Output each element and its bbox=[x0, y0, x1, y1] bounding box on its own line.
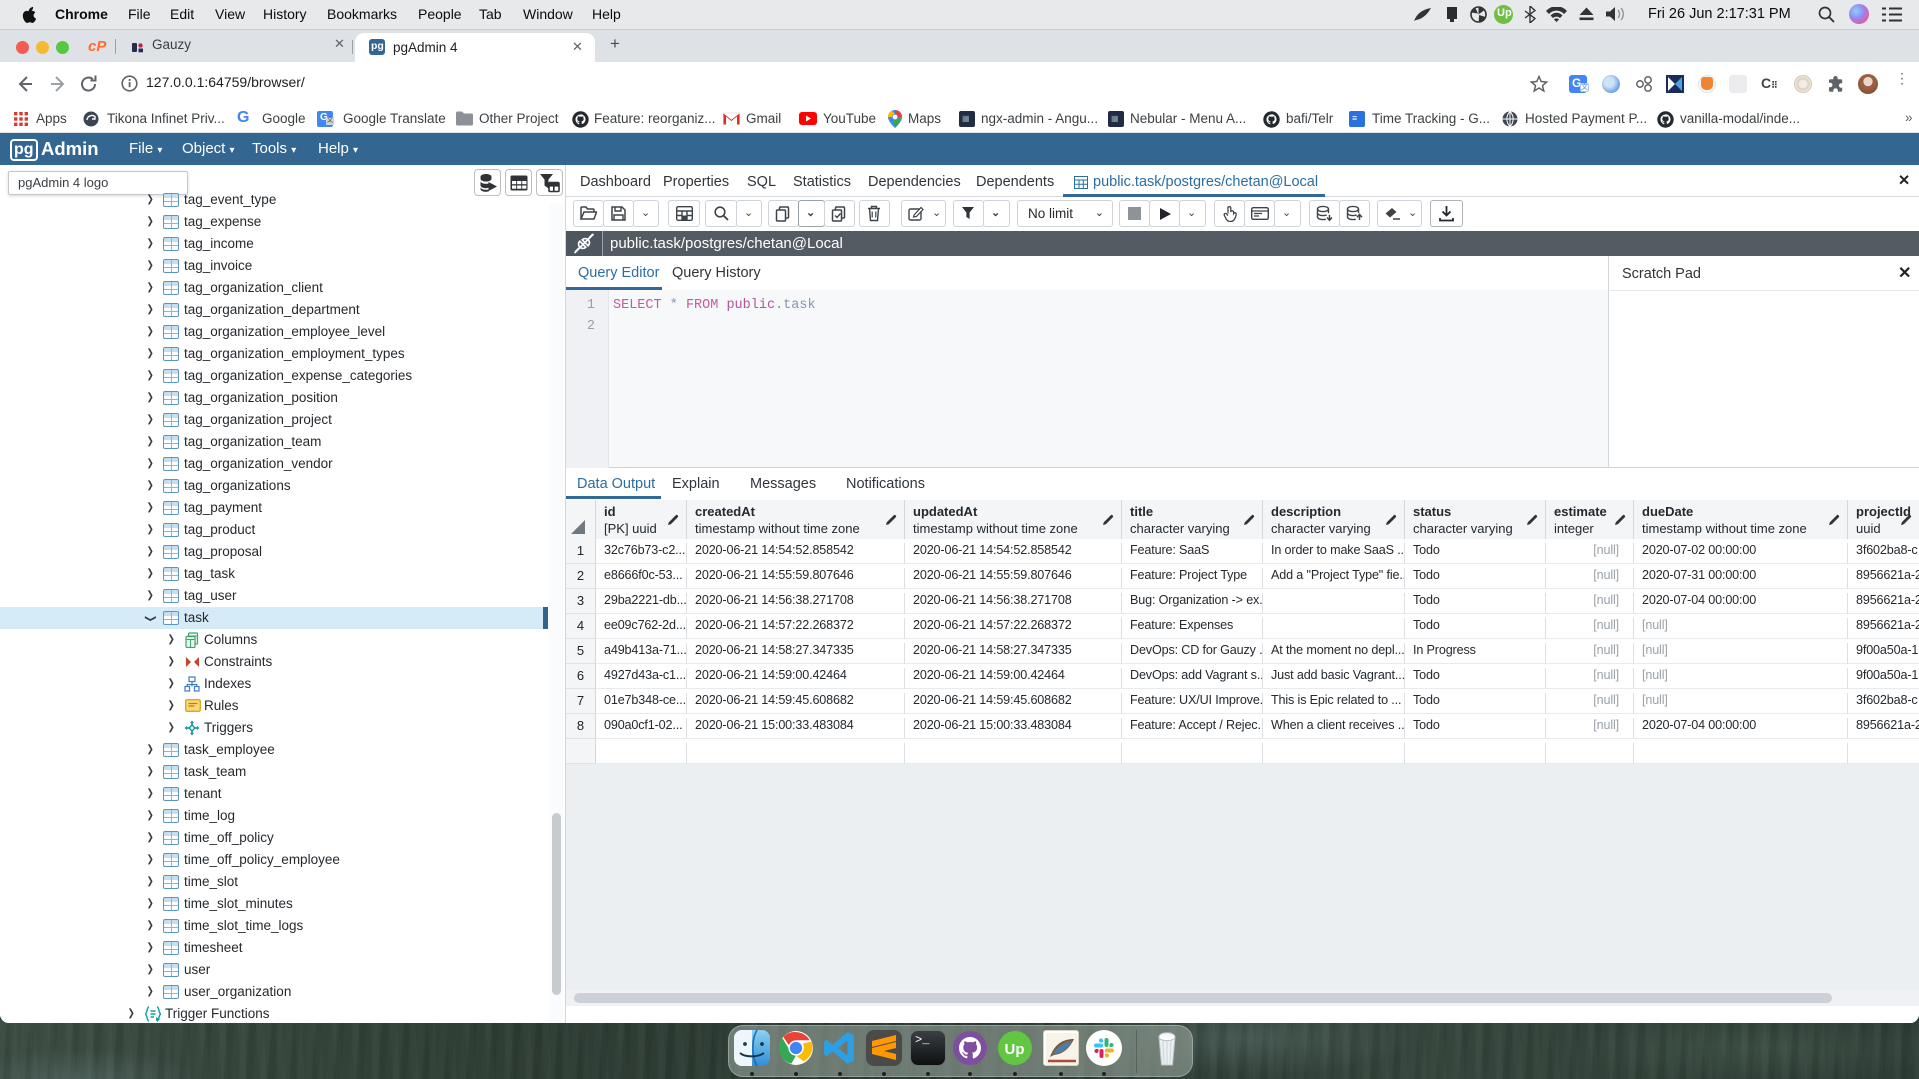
svg-text:Up: Up bbox=[1005, 1041, 1025, 1058]
